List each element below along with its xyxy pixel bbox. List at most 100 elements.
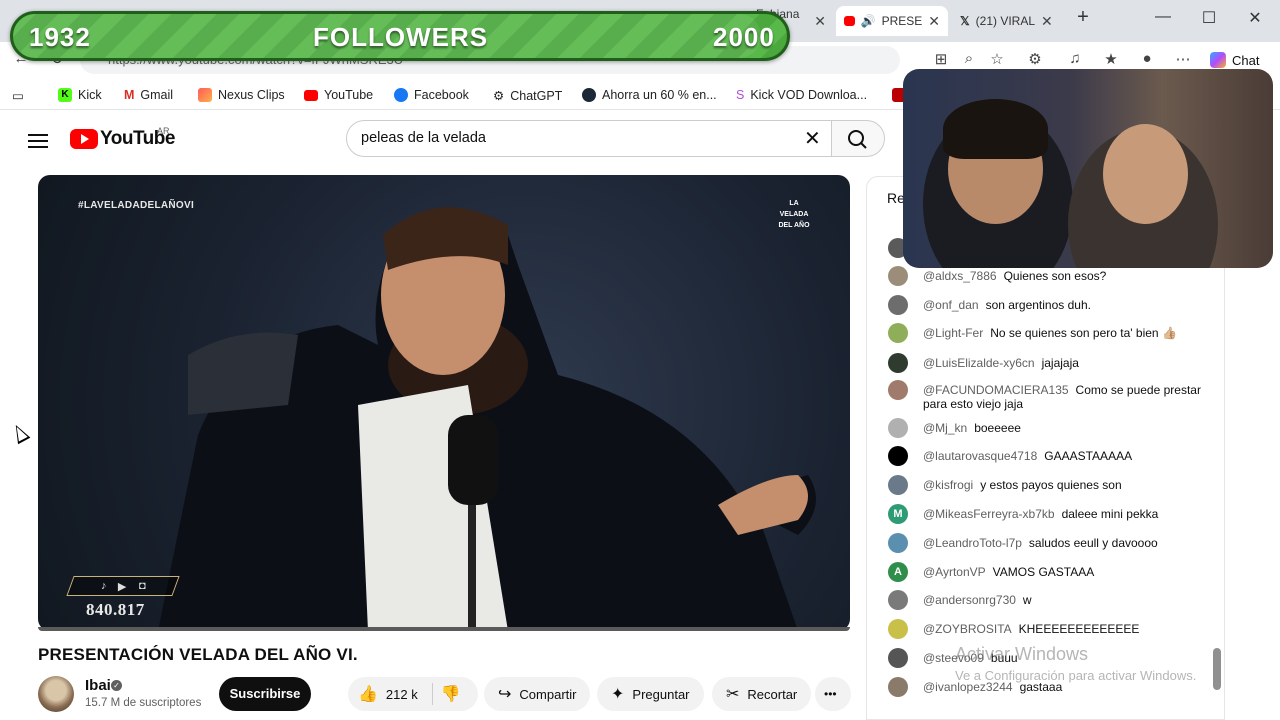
- zoom-icon[interactable]: ⌕: [958, 50, 980, 67]
- chat-author[interactable]: @andersonrg730: [923, 593, 1016, 607]
- chat-author[interactable]: @aldxs_7886: [923, 269, 997, 283]
- chat-avatar[interactable]: [888, 619, 908, 639]
- channel-avatar[interactable]: [38, 676, 74, 712]
- clip-button[interactable]: ✂ Recortar: [712, 677, 812, 711]
- video-progress-bar[interactable]: [38, 627, 850, 631]
- scissors-icon: ✂: [726, 686, 740, 703]
- chat-message: @LeandroToto-l7p saludos eeull y davoooo: [888, 533, 1208, 553]
- chat-author[interactable]: @MikeasFerreyra-xb7kb: [923, 507, 1055, 521]
- bookmark-kick[interactable]: K Kick: [58, 88, 102, 102]
- bookmark-gmail[interactable]: M Gmail: [124, 88, 173, 102]
- channel-name[interactable]: Ibai: [85, 677, 111, 694]
- chat-message: @andersonrg730 w: [888, 590, 1208, 610]
- clear-search-icon[interactable]: ✕: [804, 126, 821, 151]
- new-tab-button[interactable]: +: [1068, 6, 1098, 29]
- bookmark-facebook[interactable]: Facebook: [394, 88, 469, 102]
- dislike-icon[interactable]: 👎: [441, 684, 461, 704]
- windows-activation-title: Activar Windows: [955, 644, 1089, 664]
- chat-body: boeeeee: [974, 421, 1021, 435]
- chat-avatar[interactable]: [888, 590, 908, 610]
- bookmark-chatgpt[interactable]: ⚙ ChatGPT: [493, 88, 562, 104]
- chat-message-text: @kisfrogi y estos payos quienes son: [923, 475, 1122, 492]
- speaker-icon[interactable]: 🔊: [861, 14, 876, 28]
- chat-avatar[interactable]: M: [888, 504, 908, 524]
- chat-avatar[interactable]: [888, 475, 908, 495]
- chat-avatar[interactable]: [888, 323, 908, 343]
- media-icon[interactable]: ♫: [1064, 50, 1086, 67]
- chat-message-text: @aldxs_7886 Quienes son esos?: [923, 266, 1106, 283]
- person-right-face: [1103, 124, 1188, 224]
- chat-avatar[interactable]: [888, 677, 908, 697]
- more-icon: •••: [824, 687, 837, 701]
- search-button[interactable]: [831, 120, 885, 157]
- chat-message: A @AyrtonVP VAMOS GASTAAA: [888, 562, 1208, 582]
- chat-avatar[interactable]: [888, 295, 908, 315]
- close-icon[interactable]: ✕: [928, 13, 940, 30]
- favorite-star-icon[interactable]: ☆: [986, 50, 1008, 68]
- apps-icon[interactable]: ⊞: [930, 50, 952, 68]
- like-dislike-group: 👍 212 k 👎: [348, 677, 478, 711]
- chat-avatar[interactable]: [888, 418, 908, 438]
- video-player[interactable]: [38, 175, 850, 631]
- chat-avatar[interactable]: [888, 380, 908, 400]
- chat-author[interactable]: @kisfrogi: [923, 478, 973, 492]
- more-icon[interactable]: ⋯: [1172, 50, 1194, 68]
- chat-message: @lautarovasque4718 GAAASTAAAAA: [888, 446, 1208, 466]
- chat-body: daleee mini pekka: [1061, 507, 1159, 521]
- minimize-button[interactable]: —: [1148, 8, 1178, 26]
- chat-author[interactable]: @ZOYBROSITA: [923, 622, 1012, 636]
- extensions-icon[interactable]: ⚙: [1024, 50, 1046, 68]
- tab-viral[interactable]: 𝕏 (21) VIRAL ✕: [952, 6, 1064, 36]
- chat-author[interactable]: @onf_dan: [923, 298, 979, 312]
- chat-author[interactable]: @Mj_kn: [923, 421, 967, 435]
- like-icon[interactable]: 👍: [358, 684, 378, 704]
- chat-author[interactable]: @LeandroToto-l7p: [923, 536, 1022, 550]
- close-icon[interactable]: ✕: [1041, 13, 1053, 30]
- chat-author[interactable]: @lautarovasque4718: [923, 449, 1037, 463]
- profile-icon[interactable]: ●: [1136, 50, 1158, 67]
- ask-button[interactable]: ✦ Preguntar: [597, 677, 704, 711]
- chat-scrollbar[interactable]: [1213, 648, 1221, 690]
- like-count[interactable]: 212 k: [386, 687, 418, 702]
- share-icon: ↪: [498, 686, 512, 703]
- video-frame: [158, 207, 816, 631]
- chat-author[interactable]: @AyrtonVP: [923, 565, 986, 579]
- maximize-button[interactable]: ☐: [1194, 8, 1224, 28]
- bookmark-steam[interactable]: Ahorra un 60 % en...: [582, 88, 717, 102]
- chat-body: jajajaja: [1041, 356, 1079, 370]
- copilot-button[interactable]: Chat: [1210, 52, 1259, 68]
- chatgpt-icon: ⚙: [493, 89, 505, 103]
- nexus-icon: [198, 88, 212, 102]
- bookmark-label: Kick: [78, 88, 102, 102]
- close-icon[interactable]: ✕: [814, 13, 826, 30]
- bookmark-label: Facebook: [414, 88, 469, 102]
- chat-avatar[interactable]: [888, 446, 908, 466]
- tab-search-icon[interactable]: ▭: [12, 88, 24, 103]
- chat-author[interactable]: @LuisElizalde-xy6cn: [923, 356, 1035, 370]
- bookmark-youtube[interactable]: YouTube: [304, 88, 373, 102]
- chat-message-text: @AyrtonVP VAMOS GASTAAA: [923, 562, 1094, 579]
- bookmark-nexus[interactable]: Nexus Clips: [198, 88, 285, 102]
- hamburger-menu-icon[interactable]: [28, 130, 48, 152]
- close-window-button[interactable]: ✕: [1240, 8, 1270, 28]
- search-input[interactable]: peleas de la velada: [346, 120, 832, 157]
- chat-body: y estos payos quienes son: [980, 478, 1122, 492]
- steam-icon: [582, 88, 596, 102]
- tab-presentacion[interactable]: 🔊 PRESE ✕: [836, 6, 948, 36]
- chat-avatar[interactable]: [888, 533, 908, 553]
- chat-avatar[interactable]: [888, 353, 908, 373]
- favorites-icon[interactable]: ★: [1100, 50, 1122, 68]
- chat-body: KHEEEEEEEEEEEEE: [1018, 622, 1140, 636]
- chat-author[interactable]: @Light-Fer: [923, 326, 983, 340]
- share-button[interactable]: ↪ Compartir: [484, 677, 591, 711]
- bookmark-kick-vod[interactable]: S Kick VOD Downloa...: [736, 88, 867, 102]
- chat-avatar[interactable]: [888, 266, 908, 286]
- chat-avatar[interactable]: [888, 648, 908, 668]
- subscribe-button[interactable]: Suscribirse: [219, 677, 311, 711]
- x-logo-icon: 𝕏: [960, 14, 970, 28]
- chat-message: @aldxs_7886 Quienes son esos?: [888, 266, 1208, 286]
- kick-icon: K: [58, 88, 72, 102]
- chat-author[interactable]: @FACUNDOMACIERA135: [923, 383, 1069, 397]
- more-actions-button[interactable]: •••: [815, 677, 851, 711]
- chat-avatar[interactable]: A: [888, 562, 908, 582]
